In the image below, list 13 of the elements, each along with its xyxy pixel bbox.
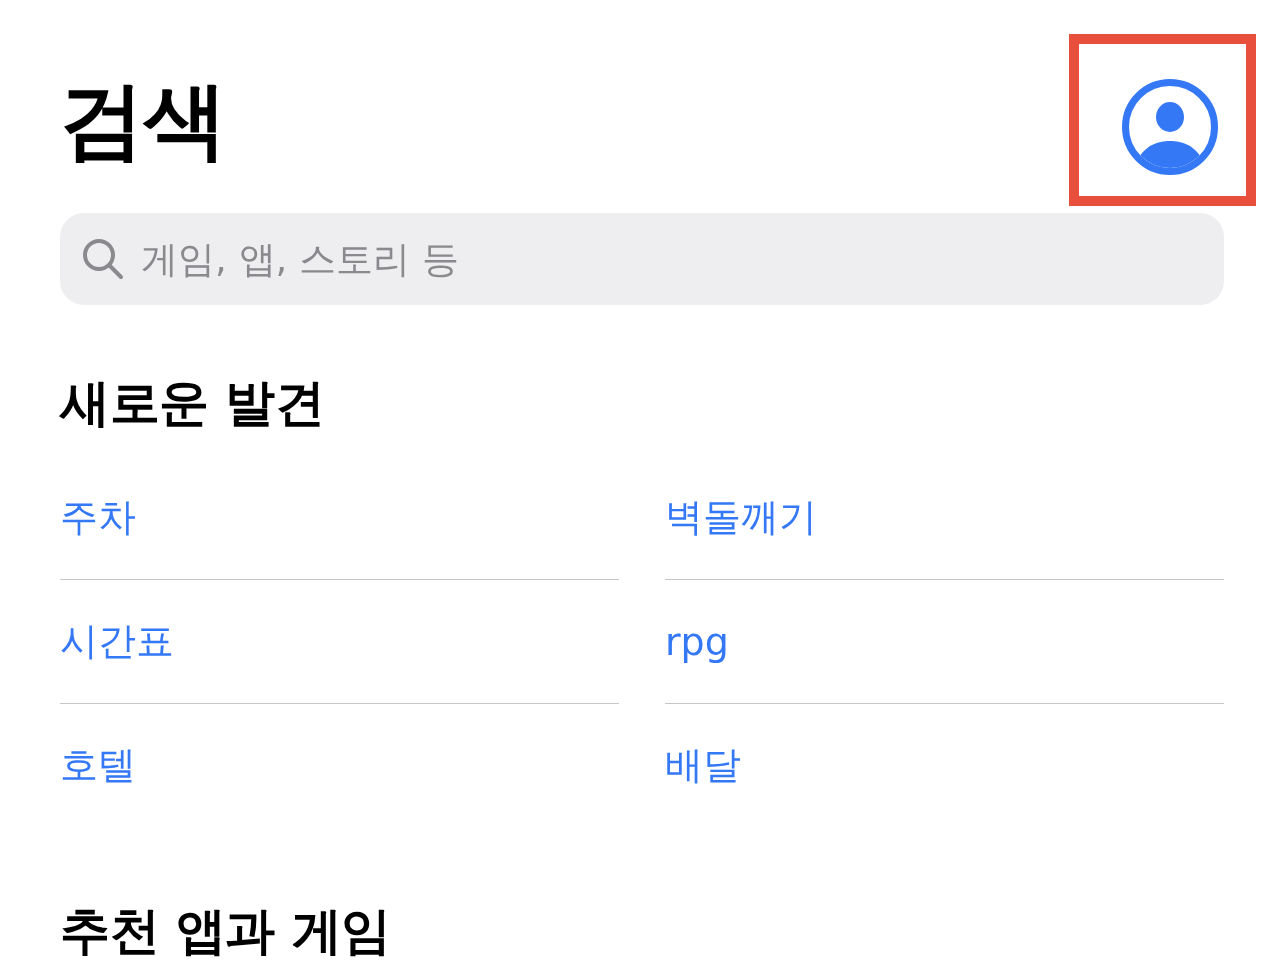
suggestion-link[interactable]: 배달 <box>665 703 1224 827</box>
section-title: 새로운 발견 <box>60 373 326 434</box>
section-title: 추천 앱과 게임 <box>60 901 392 962</box>
search-icon <box>82 238 124 280</box>
person-circle-icon <box>1122 79 1218 175</box>
search-field[interactable]: 게임, 앱, 스토리 등 <box>60 213 1224 305</box>
page-title: 검색 <box>60 73 226 167</box>
suggestion-link[interactable]: 시간표 <box>60 579 619 703</box>
suggestion-link[interactable]: 주차 <box>60 455 619 579</box>
suggestion-link[interactable]: rpg <box>665 579 1224 703</box>
suggestion-link[interactable]: 호텔 <box>60 703 619 827</box>
suggestion-link[interactable]: 벽돌깨기 <box>665 455 1224 579</box>
account-button[interactable] <box>1122 79 1218 175</box>
